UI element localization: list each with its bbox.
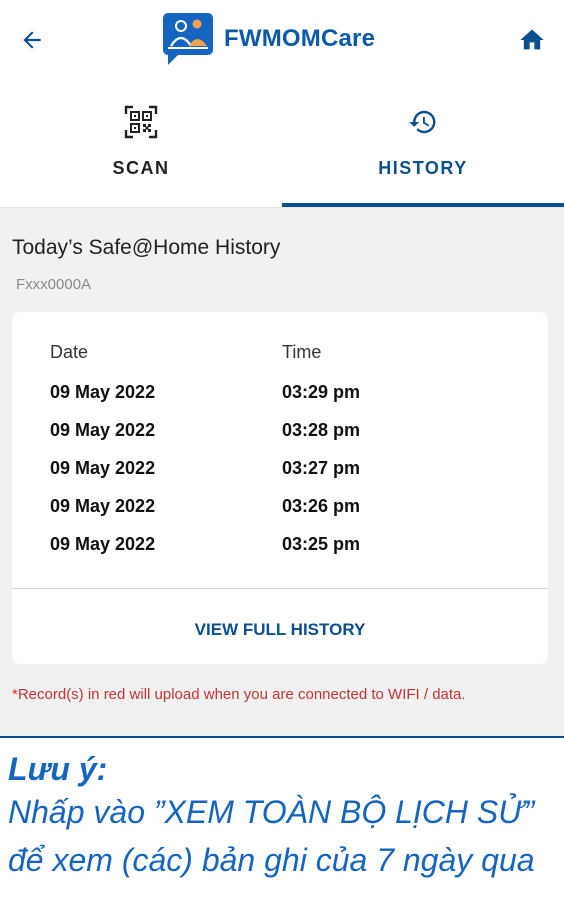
tab-history-label: HISTORY [378, 158, 468, 178]
tab-bar: SCAN HISTORY [0, 88, 564, 208]
arrow-left-icon [23, 31, 41, 49]
table-row: 09 May 2022 03:25 pm [12, 534, 548, 568]
user-id: Fxxx0000A [16, 276, 92, 293]
column-header-date: Date [50, 342, 89, 362]
column-header-time: Time [282, 342, 322, 362]
row-date: 09 May 2022 [50, 496, 156, 516]
tab-scan[interactable]: SCAN [0, 88, 282, 208]
active-tab-indicator [282, 203, 564, 207]
caption-body: Nhấp vào ”XEM TOÀN BỘ LỊCH SỬ” để xem (c… [8, 794, 535, 878]
tab-history[interactable]: HISTORY [282, 88, 564, 208]
history-card: Date Time 09 May 2022 03:29 pm 09 May 20… [12, 312, 548, 664]
back-button[interactable] [14, 22, 50, 58]
row-date: 09 May 2022 [50, 534, 156, 554]
table-row: 09 May 2022 03:27 pm [12, 458, 548, 492]
app-logo-icon [163, 13, 213, 65]
history-section: Today’s Safe@Home History Fxxx0000A Date… [0, 208, 564, 736]
upload-note: *Record(s) in red will upload when you a… [12, 686, 466, 703]
home-icon [520, 29, 544, 50]
section-title: Today’s Safe@Home History [12, 236, 281, 259]
table-row: 09 May 2022 03:26 pm [12, 496, 548, 530]
app-title: FWMOMCare [224, 25, 376, 52]
row-time: 03:28 pm [282, 420, 361, 440]
card-divider [12, 588, 548, 589]
table-row: 09 May 2022 03:28 pm [12, 420, 548, 454]
row-date: 09 May 2022 [50, 382, 156, 402]
app-header: FWMOMCare [0, 0, 564, 80]
caption-separator [0, 736, 564, 738]
row-time: 03:29 pm [282, 382, 361, 402]
caption-title: Lưu ý: [8, 751, 108, 787]
row-date: 09 May 2022 [50, 458, 156, 478]
view-full-history-button[interactable]: VIEW FULL HISTORY [12, 608, 548, 652]
qr-code-icon [121, 102, 161, 142]
row-time: 03:26 pm [282, 496, 361, 516]
home-button[interactable] [514, 22, 550, 58]
row-date: 09 May 2022 [50, 420, 156, 440]
history-icon [403, 102, 443, 142]
instruction-caption: Lưu ý: Nhấp vào ”XEM TOÀN BỘ LỊCH SỬ” để… [0, 740, 564, 924]
tab-scan-label: SCAN [112, 158, 170, 178]
row-time: 03:27 pm [282, 458, 361, 478]
brand: FWMOMCare [162, 12, 375, 66]
table-row: 09 May 2022 03:29 pm [12, 382, 548, 416]
row-time: 03:25 pm [282, 534, 361, 554]
